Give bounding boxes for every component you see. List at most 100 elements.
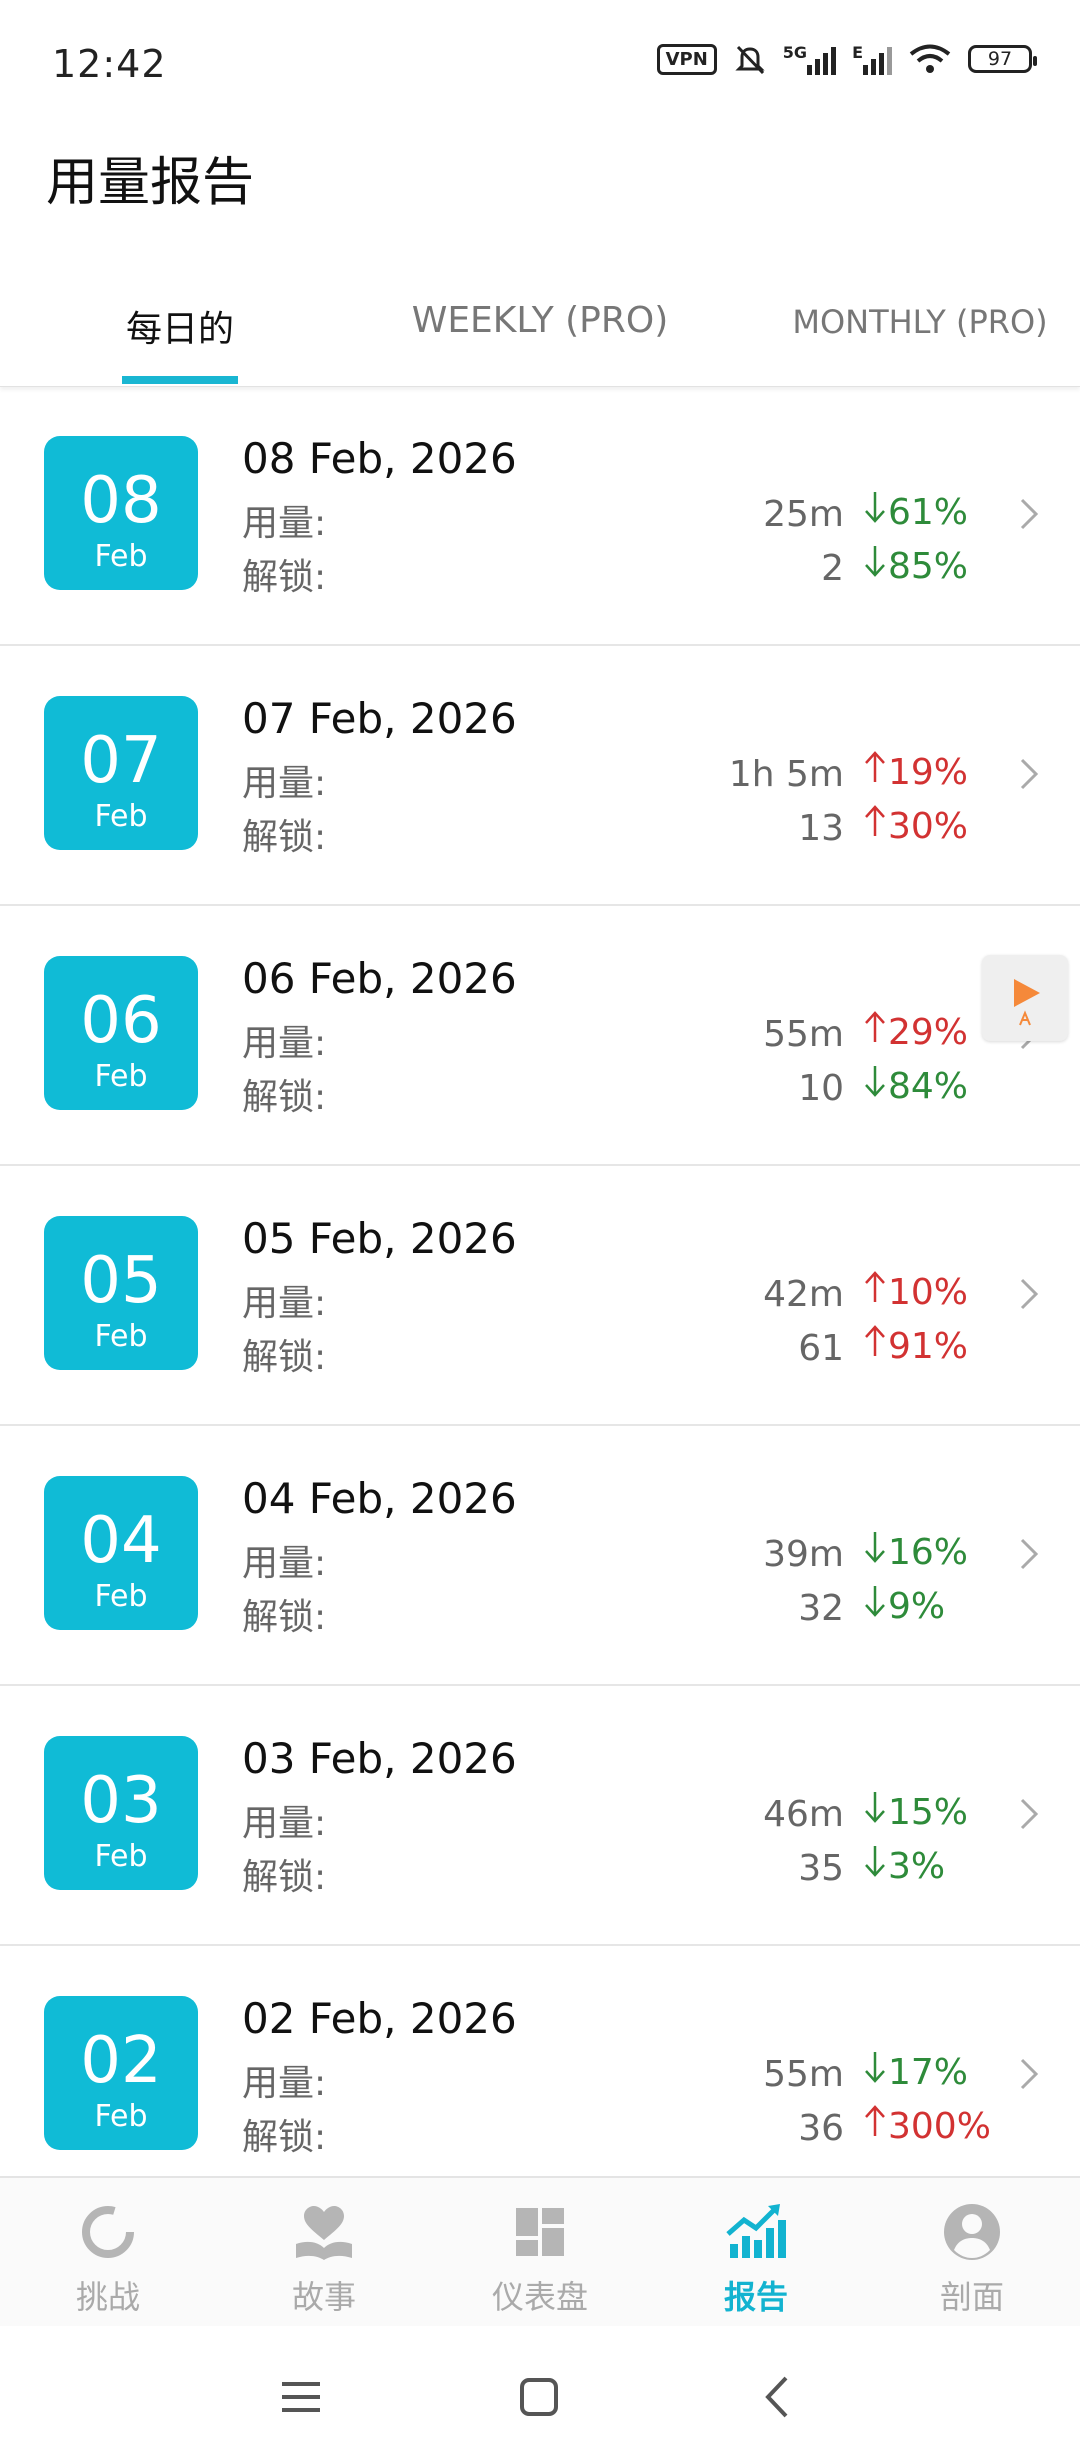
unlock-label: 解锁: [242,557,327,598]
day-month: Feb [94,799,148,834]
chevron-right-icon [1020,2058,1039,2090]
vpn-icon: VPN [656,43,717,75]
nav-profile[interactable]: 剖面 [864,2200,1080,2318]
unlock-change-percent: 9% [888,1586,946,1627]
home-icon[interactable] [514,2372,564,2422]
report-list: 08 Feb 08 Feb, 2026 用量: 解锁: 25m 2 61% 85% 07 Feb 07… [0,386,1080,2206]
challenge-icon [82,2206,134,2258]
day-badge: 03 Feb [44,1736,198,1890]
page-title: 用量报告 [46,153,255,213]
usage-change-percent: 16% [888,1532,969,1573]
usage-label: 用量: [242,1543,327,1584]
signal-5g-icon: 5G [783,43,837,75]
day-month: Feb [94,1839,148,1874]
report-row[interactable]: 04 Feb 04 Feb, 2026 用量: 解锁: 39m 32 16% 9% [0,1426,1080,1686]
arrow-down-icon [864,490,886,532]
nav-label: 挑战 [75,2278,140,2316]
report-row[interactable]: 06 Feb 06 Feb, 2026 用量: 解锁: 55m 10 29% 84% [0,906,1080,1166]
usage-change: 29% [864,1010,968,1056]
report-row[interactable]: 03 Feb 03 Feb, 2026 用量: 解锁: 46m 35 15% 3% [0,1686,1080,1946]
menu-icon[interactable] [276,2372,326,2422]
unlock-value: 32 [798,1588,844,1629]
status-bar: 12:42 VPN 5G E 97 [0,0,1080,135]
tab-monthly[interactable]: MONTHLY (PRO) [760,303,1080,341]
signal-e-icon: E [852,43,892,75]
unlock-value: 2 [821,548,844,589]
nav-challenge[interactable]: 挑战 [0,2200,216,2318]
usage-change-percent: 15% [888,1792,969,1833]
unlock-change-percent: 3% [888,1846,946,1887]
usage-change-percent: 17% [888,2052,969,2093]
day-number: 06 [80,984,162,1058]
unlock-change: 84% [864,1064,968,1110]
unlock-label: 解锁: [242,1337,327,1378]
usage-value: 46m [763,1794,844,1835]
usage-change: 15% [864,1790,968,1836]
arrow-down-icon [864,1584,886,1626]
arrow-down-icon [864,1790,886,1832]
play-icon [1014,979,1040,1026]
day-month: Feb [94,539,148,574]
active-tab-indicator [122,376,238,384]
report-row[interactable]: 02 Feb 02 Feb, 2026 用量: 解锁: 55m 36 17% 300% [0,1946,1080,2206]
usage-change-percent: 61% [888,492,969,533]
usage-change: 61% [864,490,968,536]
day-badge: 04 Feb [44,1476,198,1630]
floating-ad-button[interactable] [982,955,1068,1041]
unlock-value: 36 [798,2108,844,2149]
day-number: 04 [80,1504,162,1578]
day-badge: 05 Feb [44,1216,198,1370]
day-badge: 06 Feb [44,956,198,1110]
arrow-down-icon [864,2050,886,2092]
usage-value: 1h 5m [728,754,844,795]
day-badge: 07 Feb [44,696,198,850]
report-tabs: 每日的 WEEKLY (PRO) MONTHLY (PRO) [0,270,1080,387]
day-month: Feb [94,1319,148,1354]
arrow-down-icon [864,544,886,586]
usage-label: 用量: [242,2063,327,2104]
unlock-change-percent: 85% [888,546,969,587]
nav-label: 剖面 [939,2278,1004,2316]
chevron-right-icon [1020,758,1039,790]
usage-value: 42m [763,1274,844,1315]
report-date: 04 Feb, 2026 [242,1474,517,1523]
bell-muted-icon [735,45,765,75]
unlock-label: 解锁: [242,1077,327,1118]
report-date: 06 Feb, 2026 [242,954,517,1003]
usage-label: 用量: [242,1023,327,1064]
unlock-label: 解锁: [242,1857,327,1898]
arrow-up-icon [864,1270,886,1312]
unlock-label: 解锁: [242,817,327,858]
arrow-down-icon [864,1064,886,1106]
arrow-down-icon [864,1844,886,1886]
usage-change-percent: 29% [888,1012,969,1053]
day-number: 03 [80,1764,162,1838]
tab-weekly[interactable]: WEEKLY (PRO) [380,300,700,341]
day-badge: 02 Feb [44,1996,198,2150]
day-month: Feb [94,2099,148,2134]
arrow-up-icon [864,750,886,792]
report-row[interactable]: 05 Feb 05 Feb, 2026 用量: 解锁: 42m 61 10% 91% [0,1166,1080,1426]
report-row[interactable]: 08 Feb 08 Feb, 2026 用量: 解锁: 25m 2 61% 85% [0,386,1080,646]
report-date: 03 Feb, 2026 [242,1734,517,1783]
report-date: 05 Feb, 2026 [242,1214,517,1263]
usage-change-percent: 19% [888,752,969,793]
tab-daily[interactable]: 每日的 [80,300,280,352]
chevron-right-icon [1020,1278,1039,1310]
day-number: 02 [80,2024,162,2098]
report-row[interactable]: 07 Feb 07 Feb, 2026 用量: 解锁: 1h 5m 13 19% 30% [0,646,1080,906]
usage-value: 39m [763,1534,844,1575]
arrow-up-icon [864,804,886,846]
nav-dashboard[interactable]: 仪表盘 [432,2200,648,2318]
report-icon [726,2204,786,2258]
day-month: Feb [94,1579,148,1614]
unlock-value: 10 [798,1068,844,1109]
unlock-label: 解锁: [242,1597,327,1638]
bottom-nav: 挑战 故事 仪表盘 报告 剖面 [0,2176,1080,2328]
nav-report[interactable]: 报告 [648,2200,864,2318]
nav-story[interactable]: 故事 [216,2200,432,2318]
unlock-change: 91% [864,1324,968,1370]
unlock-change: 30% [864,804,968,850]
system-nav-bar [0,2326,1080,2460]
back-icon[interactable] [754,2372,804,2422]
